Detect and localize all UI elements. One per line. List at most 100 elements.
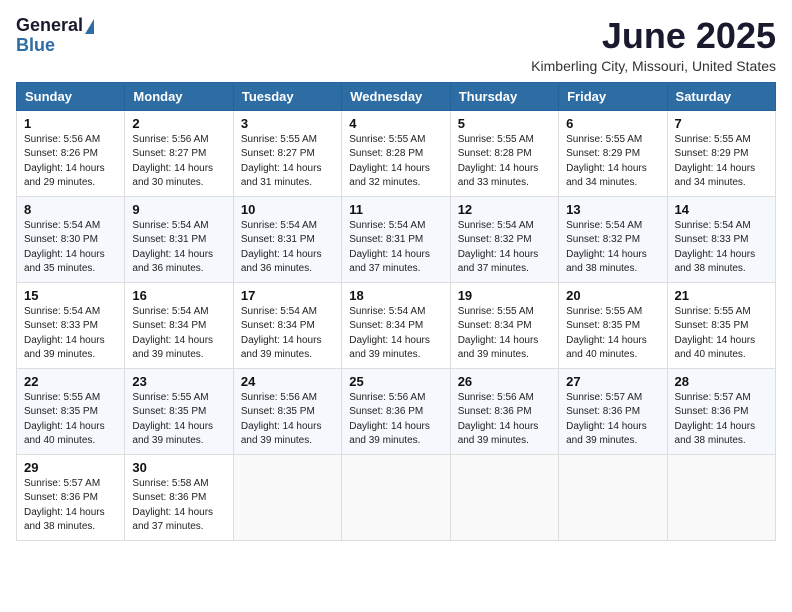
- day-info: Sunrise: 5:57 AMSunset: 8:36 PMDaylight:…: [24, 477, 117, 535]
- day-number: 3: [241, 116, 334, 131]
- day-info: Sunrise: 5:54 AMSunset: 8:31 PMDaylight:…: [132, 219, 225, 277]
- calendar-cell: 3 Sunrise: 5:55 AMSunset: 8:27 PMDaylight…: [233, 110, 341, 196]
- day-info: Sunrise: 5:56 AMSunset: 8:35 PMDaylight:…: [241, 391, 334, 449]
- day-info: Sunrise: 5:54 AMSunset: 8:31 PMDaylight:…: [349, 219, 442, 277]
- day-number: 30: [132, 460, 225, 475]
- header-wednesday: Wednesday: [342, 82, 450, 110]
- day-info: Sunrise: 5:55 AMSunset: 8:35 PMDaylight:…: [24, 391, 117, 449]
- day-number: 14: [675, 202, 768, 217]
- calendar-cell: [559, 454, 667, 540]
- location-title: Kimberling City, Missouri, United States: [531, 58, 776, 74]
- calendar-cell: 7 Sunrise: 5:55 AMSunset: 8:29 PMDaylight…: [667, 110, 775, 196]
- calendar-cell: 29 Sunrise: 5:57 AMSunset: 8:36 PMDayligh…: [17, 454, 125, 540]
- calendar-cell: 27 Sunrise: 5:57 AMSunset: 8:36 PMDayligh…: [559, 368, 667, 454]
- day-info: Sunrise: 5:55 AMSunset: 8:28 PMDaylight:…: [458, 133, 551, 191]
- day-info: Sunrise: 5:54 AMSunset: 8:34 PMDaylight:…: [132, 305, 225, 363]
- day-number: 27: [566, 374, 659, 389]
- calendar-cell: 28Sunrise: 5:57 AMSunset: 8:36 PMDayligh…: [667, 368, 775, 454]
- calendar-cell: 21 Sunrise: 5:55 AMSunset: 8:35 PMDayligh…: [667, 282, 775, 368]
- calendar-cell: [233, 454, 341, 540]
- calendar-week-3: 15 Sunrise: 5:54 AMSunset: 8:33 PMDayligh…: [17, 282, 776, 368]
- day-number: 29: [24, 460, 117, 475]
- day-info: Sunrise: 5:55 AMSunset: 8:35 PMDaylight:…: [566, 305, 659, 363]
- calendar-week-5: 29 Sunrise: 5:57 AMSunset: 8:36 PMDayligh…: [17, 454, 776, 540]
- header-monday: Monday: [125, 82, 233, 110]
- day-info: Sunrise: 5:55 AMSunset: 8:27 PMDaylight:…: [241, 133, 334, 191]
- day-number: 19: [458, 288, 551, 303]
- day-info: Sunrise: 5:57 AMSunset: 8:36 PMDaylight:…: [675, 391, 768, 449]
- calendar-cell: 9 Sunrise: 5:54 AMSunset: 8:31 PMDaylight…: [125, 196, 233, 282]
- calendar-cell: 22Sunrise: 5:55 AMSunset: 8:35 PMDayligh…: [17, 368, 125, 454]
- calendar-cell: 4 Sunrise: 5:55 AMSunset: 8:28 PMDaylight…: [342, 110, 450, 196]
- day-info: Sunrise: 5:55 AMSunset: 8:28 PMDaylight:…: [349, 133, 442, 191]
- day-number: 17: [241, 288, 334, 303]
- day-info: Sunrise: 5:58 AMSunset: 8:36 PMDaylight:…: [132, 477, 225, 535]
- calendar-cell: 24 Sunrise: 5:56 AMSunset: 8:35 PMDayligh…: [233, 368, 341, 454]
- day-number: 8: [24, 202, 117, 217]
- day-info: Sunrise: 5:54 AMSunset: 8:34 PMDaylight:…: [349, 305, 442, 363]
- header-thursday: Thursday: [450, 82, 558, 110]
- day-info: Sunrise: 5:55 AMSunset: 8:35 PMDaylight:…: [675, 305, 768, 363]
- calendar-cell: [342, 454, 450, 540]
- day-info: Sunrise: 5:54 AMSunset: 8:30 PMDaylight:…: [24, 219, 117, 277]
- page-header: General Blue June 2025 Kimberling City, …: [16, 16, 776, 74]
- day-number: 21: [675, 288, 768, 303]
- calendar-cell: 6Sunrise: 5:55 AMSunset: 8:29 PMDaylight…: [559, 110, 667, 196]
- month-title: June 2025: [531, 16, 776, 56]
- day-info: Sunrise: 5:54 AMSunset: 8:34 PMDaylight:…: [241, 305, 334, 363]
- calendar-cell: 20 Sunrise: 5:55 AMSunset: 8:35 PMDayligh…: [559, 282, 667, 368]
- day-info: Sunrise: 5:55 AMSunset: 8:35 PMDaylight:…: [132, 391, 225, 449]
- calendar-cell: 8 Sunrise: 5:54 AMSunset: 8:30 PMDaylight…: [17, 196, 125, 282]
- calendar-cell: 14 Sunrise: 5:54 AMSunset: 8:33 PMDayligh…: [667, 196, 775, 282]
- calendar-header-row: SundayMondayTuesdayWednesdayThursdayFrid…: [17, 82, 776, 110]
- calendar-cell: 2 Sunrise: 5:56 AMSunset: 8:27 PMDaylight…: [125, 110, 233, 196]
- day-number: 2: [132, 116, 225, 131]
- calendar-cell: 26 Sunrise: 5:56 AMSunset: 8:36 PMDayligh…: [450, 368, 558, 454]
- day-number: 1: [24, 116, 117, 131]
- logo: General Blue: [16, 16, 94, 56]
- day-number: 10: [241, 202, 334, 217]
- calendar-table: SundayMondayTuesdayWednesdayThursdayFrid…: [16, 82, 776, 541]
- header-sunday: Sunday: [17, 82, 125, 110]
- day-info: Sunrise: 5:55 AMSunset: 8:34 PMDaylight:…: [458, 305, 551, 363]
- day-info: Sunrise: 5:54 AMSunset: 8:33 PMDaylight:…: [675, 219, 768, 277]
- day-number: 4: [349, 116, 442, 131]
- calendar-cell: 13 Sunrise: 5:54 AMSunset: 8:32 PMDayligh…: [559, 196, 667, 282]
- calendar-cell: [667, 454, 775, 540]
- day-number: 23: [132, 374, 225, 389]
- header-tuesday: Tuesday: [233, 82, 341, 110]
- logo-blue: Blue: [16, 36, 55, 56]
- calendar-cell: 23 Sunrise: 5:55 AMSunset: 8:35 PMDayligh…: [125, 368, 233, 454]
- calendar-week-2: 8 Sunrise: 5:54 AMSunset: 8:30 PMDaylight…: [17, 196, 776, 282]
- header-saturday: Saturday: [667, 82, 775, 110]
- calendar-cell: 15 Sunrise: 5:54 AMSunset: 8:33 PMDayligh…: [17, 282, 125, 368]
- calendar-week-1: 1 Sunrise: 5:56 AMSunset: 8:26 PMDaylight…: [17, 110, 776, 196]
- calendar-cell: 18 Sunrise: 5:54 AMSunset: 8:34 PMDayligh…: [342, 282, 450, 368]
- day-info: Sunrise: 5:55 AMSunset: 8:29 PMDaylight:…: [566, 133, 659, 191]
- day-number: 11: [349, 202, 442, 217]
- day-info: Sunrise: 5:56 AMSunset: 8:36 PMDaylight:…: [458, 391, 551, 449]
- day-number: 24: [241, 374, 334, 389]
- calendar-cell: 19 Sunrise: 5:55 AMSunset: 8:34 PMDayligh…: [450, 282, 558, 368]
- day-info: Sunrise: 5:56 AMSunset: 8:27 PMDaylight:…: [132, 133, 225, 191]
- day-number: 12: [458, 202, 551, 217]
- day-number: 13: [566, 202, 659, 217]
- calendar-cell: 25Sunrise: 5:56 AMSunset: 8:36 PMDayligh…: [342, 368, 450, 454]
- day-number: 20: [566, 288, 659, 303]
- logo-general: General: [16, 16, 94, 36]
- calendar-cell: 5Sunrise: 5:55 AMSunset: 8:28 PMDaylight…: [450, 110, 558, 196]
- calendar-week-4: 22Sunrise: 5:55 AMSunset: 8:35 PMDayligh…: [17, 368, 776, 454]
- day-info: Sunrise: 5:55 AMSunset: 8:29 PMDaylight:…: [675, 133, 768, 191]
- day-info: Sunrise: 5:56 AMSunset: 8:26 PMDaylight:…: [24, 133, 117, 191]
- day-number: 15: [24, 288, 117, 303]
- day-info: Sunrise: 5:54 AMSunset: 8:32 PMDaylight:…: [566, 219, 659, 277]
- calendar-cell: 1 Sunrise: 5:56 AMSunset: 8:26 PMDaylight…: [17, 110, 125, 196]
- calendar-cell: 10Sunrise: 5:54 AMSunset: 8:31 PMDayligh…: [233, 196, 341, 282]
- day-number: 26: [458, 374, 551, 389]
- day-info: Sunrise: 5:57 AMSunset: 8:36 PMDaylight:…: [566, 391, 659, 449]
- day-info: Sunrise: 5:54 AMSunset: 8:33 PMDaylight:…: [24, 305, 117, 363]
- day-number: 9: [132, 202, 225, 217]
- day-number: 18: [349, 288, 442, 303]
- calendar-cell: 17 Sunrise: 5:54 AMSunset: 8:34 PMDayligh…: [233, 282, 341, 368]
- day-number: 7: [675, 116, 768, 131]
